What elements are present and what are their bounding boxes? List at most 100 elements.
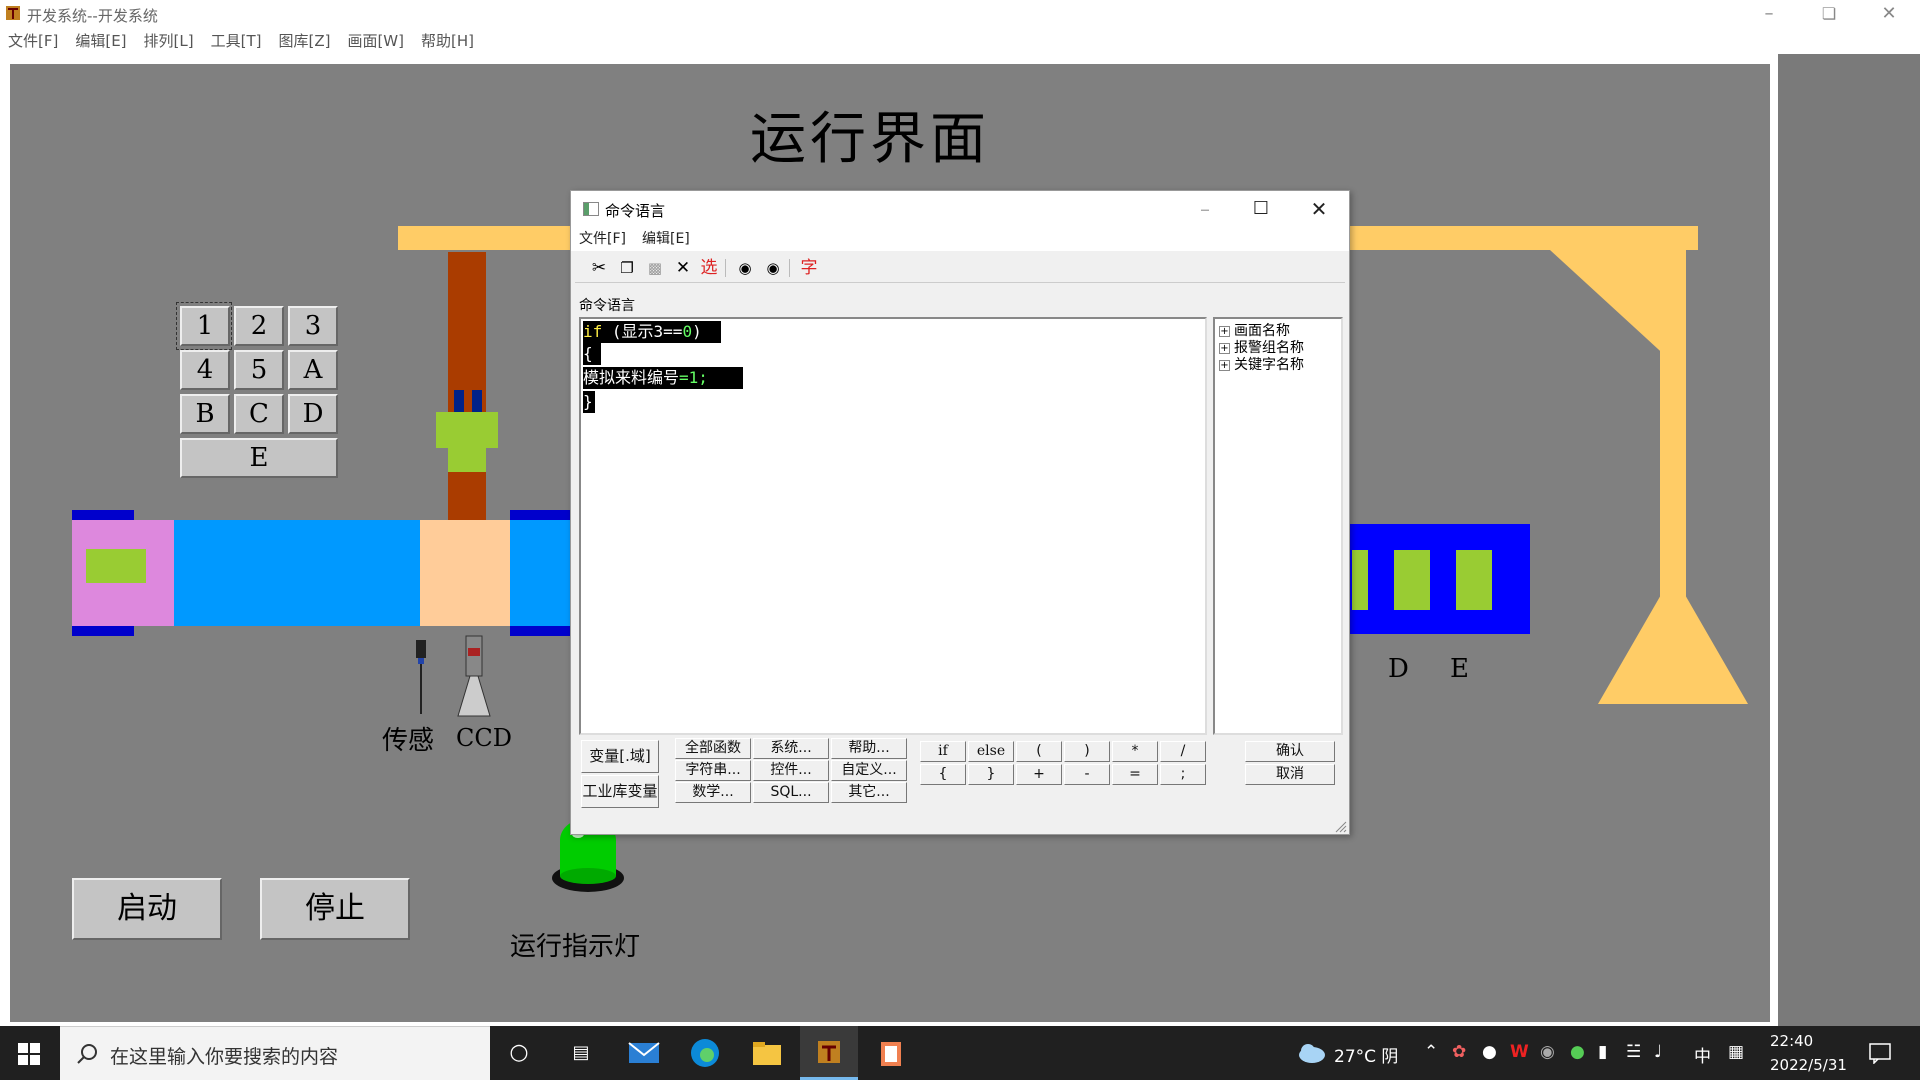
op-equals-button[interactable]: = — [1112, 764, 1158, 785]
find-icon[interactable]: ◉ — [735, 258, 755, 278]
weather-text[interactable]: 27°C 阴 — [1334, 1042, 1398, 1067]
dialog-icon — [583, 202, 599, 216]
output-conveyor — [1350, 524, 1530, 634]
delete-icon[interactable]: ✕ — [673, 258, 693, 278]
volume-icon[interactable]: ♩ — [1654, 1042, 1662, 1062]
op-if-button[interactable]: if — [920, 741, 966, 762]
battery-icon[interactable]: ▮ — [1598, 1042, 1607, 1062]
edge-icon[interactable] — [690, 1038, 720, 1068]
all-functions-button[interactable]: 全部函数 — [675, 738, 751, 759]
menu-edit[interactable]: 编辑[E] — [75, 28, 126, 54]
system-button[interactable]: 系统... — [753, 738, 829, 759]
paste-icon[interactable]: ▩ — [645, 258, 665, 278]
op-else-button[interactable]: else — [968, 741, 1014, 762]
dialog-maximize-icon[interactable]: ☐ — [1241, 195, 1281, 223]
key-2[interactable]: 2 — [234, 306, 284, 346]
menu-help[interactable]: 帮助[H] — [421, 28, 474, 54]
cancel-button[interactable]: 取消 — [1245, 764, 1335, 785]
cut-icon[interactable]: ✂ — [589, 258, 609, 278]
key-e[interactable]: E — [180, 438, 338, 478]
menu-screen[interactable]: 画面[W] — [347, 28, 404, 54]
key-d[interactable]: D — [288, 394, 338, 434]
select-button[interactable]: 选 — [699, 258, 719, 278]
notification-icon[interactable] — [1868, 1042, 1892, 1064]
wifi-icon[interactable]: ☱ — [1626, 1042, 1641, 1062]
op-divide-button[interactable]: / — [1160, 741, 1206, 762]
replace-icon[interactable]: ◉ — [763, 258, 783, 278]
minimize-icon[interactable]: – — [1746, 2, 1792, 26]
copy-icon[interactable]: ❐ — [617, 258, 637, 278]
op-minus-button[interactable]: - — [1064, 764, 1110, 785]
op-lbrace-button[interactable]: { — [920, 764, 966, 785]
key-1[interactable]: 1 — [180, 306, 230, 346]
tree-item-keywords[interactable]: + 关键字名称 — [1219, 357, 1304, 374]
file-explorer-icon[interactable] — [752, 1040, 782, 1066]
menu-library[interactable]: 图库[Z] — [278, 28, 330, 54]
string-button[interactable]: 字符串... — [675, 760, 751, 781]
control-button[interactable]: 控件... — [753, 760, 829, 781]
taskbar-search[interactable]: 在这里输入你要搜索的内容 — [60, 1026, 490, 1080]
op-rbrace-button[interactable]: } — [968, 764, 1014, 785]
ime-mode-icon[interactable]: ▦ — [1728, 1042, 1744, 1062]
tray-avatar-icon[interactable]: ◉ — [1540, 1042, 1555, 1062]
op-semicolon-button[interactable]: ; — [1160, 764, 1206, 785]
notepad-app-icon[interactable] — [878, 1040, 904, 1068]
restore-icon[interactable]: ❏ — [1806, 2, 1852, 26]
microphone-icon[interactable]: ● — [1482, 1042, 1497, 1062]
stop-button[interactable]: 停止 — [260, 878, 410, 940]
other-button[interactable]: 其它... — [831, 782, 907, 803]
menu-file[interactable]: 文件[F] — [8, 28, 58, 54]
tray-app-icon[interactable]: ✿ — [1452, 1042, 1466, 1062]
font-button[interactable]: 字 — [799, 258, 819, 278]
taskbar-active-app[interactable] — [800, 1026, 858, 1080]
dialog-menu-file[interactable]: 文件[F] — [579, 227, 626, 251]
key-c[interactable]: C — [234, 394, 284, 434]
expand-icon[interactable]: + — [1219, 325, 1230, 337]
library-variable-button[interactable]: 工业库变量 — [581, 775, 659, 808]
windows-start-icon[interactable] — [18, 1043, 40, 1065]
screen-title: 运行界面 — [750, 107, 990, 172]
op-multiply-button[interactable]: * — [1112, 741, 1158, 762]
math-button[interactable]: 数学... — [675, 782, 751, 803]
dialog-menu-edit[interactable]: 编辑[E] — [642, 227, 690, 251]
close-icon[interactable]: ✕ — [1866, 2, 1912, 26]
op-plus-button[interactable]: + — [1016, 764, 1062, 785]
ime-indicator[interactable]: 中 — [1694, 1042, 1711, 1067]
tree-item-alarm-groups[interactable]: + 报警组名称 — [1219, 340, 1304, 357]
key-b[interactable]: B — [180, 394, 230, 434]
tree-item-screen-names[interactable]: + 画面名称 — [1219, 323, 1290, 340]
wechat-icon[interactable]: ● — [1570, 1042, 1585, 1062]
expand-icon[interactable]: + — [1219, 342, 1230, 354]
resize-grip-icon[interactable] — [1335, 821, 1347, 833]
key-4[interactable]: 4 — [180, 350, 230, 390]
menu-arrange[interactable]: 排列[L] — [144, 28, 194, 54]
wps-icon[interactable]: W — [1510, 1042, 1529, 1062]
code-editor[interactable]: if (显示3==0) { 模拟来料编号=1; } — [579, 317, 1207, 735]
expand-icon[interactable]: + — [1219, 359, 1230, 371]
label-d: D — [1388, 654, 1409, 684]
op-lparen-button[interactable]: ( — [1016, 741, 1062, 762]
custom-button[interactable]: 自定义... — [831, 760, 907, 781]
key-5[interactable]: 5 — [234, 350, 284, 390]
dev-system-app-icon — [818, 1041, 840, 1063]
confirm-button[interactable]: 确认 — [1245, 741, 1335, 762]
clock-date[interactable]: 2022/5/31 — [1770, 1056, 1847, 1074]
task-view-icon[interactable]: ▤ — [566, 1038, 596, 1068]
key-a[interactable]: A — [288, 350, 338, 390]
section-label: 命令语言 — [579, 298, 635, 314]
tray-chevron-icon[interactable]: ⌃ — [1424, 1042, 1438, 1062]
op-rparen-button[interactable]: ) — [1064, 741, 1110, 762]
sql-button[interactable]: SQL... — [753, 782, 829, 803]
dialog-close-icon[interactable]: ✕ — [1299, 195, 1339, 223]
weather-cloud-icon — [1299, 1044, 1325, 1063]
help-button[interactable]: 帮助... — [831, 738, 907, 759]
mail-icon[interactable] — [628, 1040, 660, 1066]
clock-time[interactable]: 22:40 — [1770, 1032, 1813, 1050]
variable-button[interactable]: 变量[.域] — [581, 740, 659, 773]
start-button[interactable]: 启动 — [72, 878, 222, 940]
menu-tools[interactable]: 工具[T] — [211, 28, 262, 54]
cortana-icon[interactable]: ○ — [504, 1038, 534, 1068]
dialog-minimize-icon[interactable]: – — [1185, 195, 1225, 223]
key-3[interactable]: 3 — [288, 306, 338, 346]
app-icon — [6, 6, 20, 20]
